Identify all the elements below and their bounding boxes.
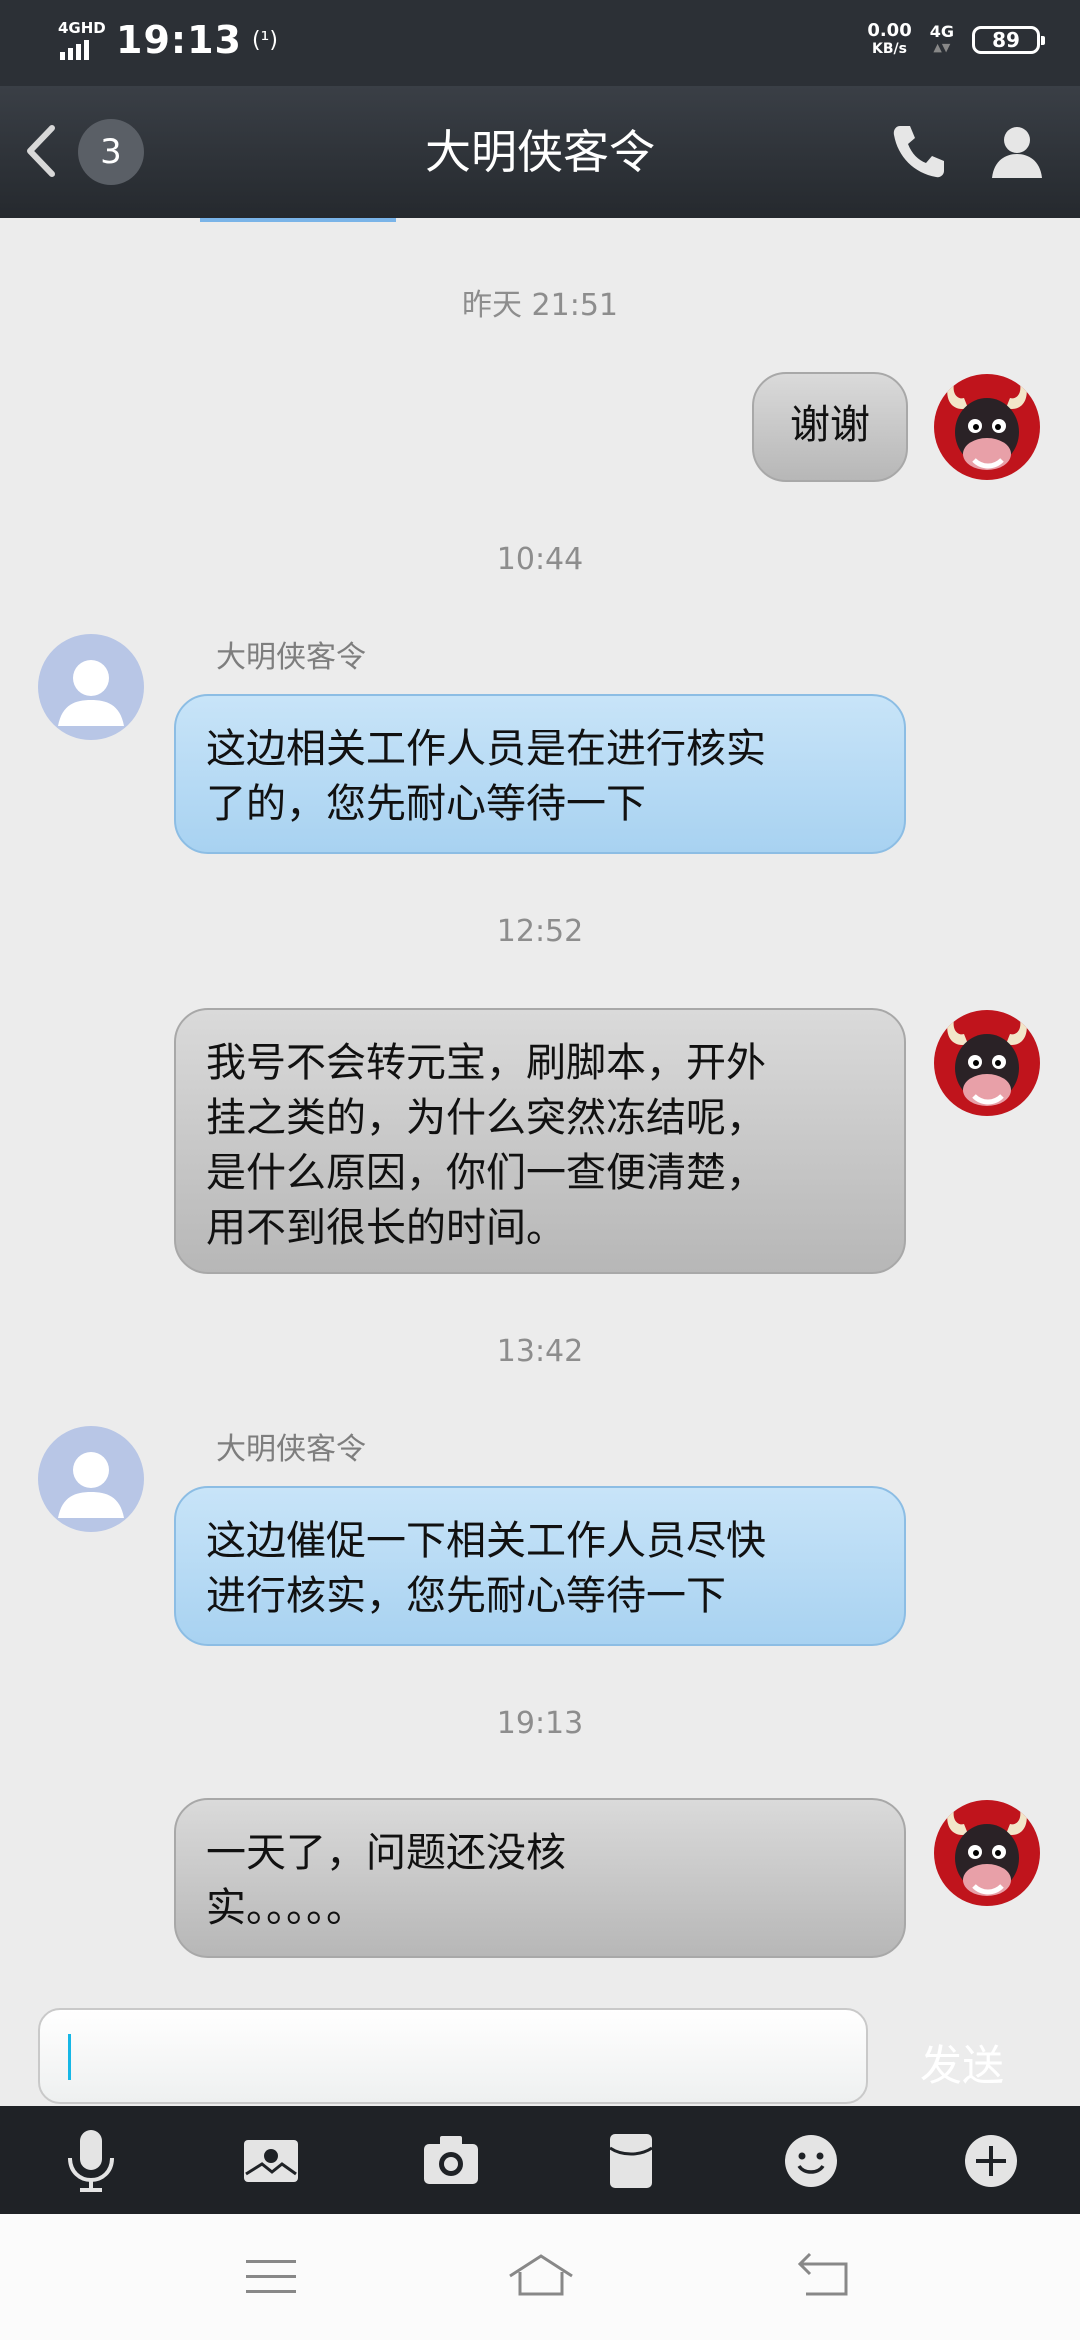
nfc-icon: (¹) [251,27,278,53]
speed-value: 0.00 [867,20,912,41]
menu-icon [246,2260,296,2293]
plus-icon [965,2135,1017,2187]
message-input[interactable] [38,2008,868,2104]
network-type: 4GHD [58,19,106,37]
call-button[interactable] [888,120,950,182]
message-time: 10:44 [496,542,584,577]
my-avatar[interactable] [934,374,1040,480]
sender-name: 大明侠客令 [216,1432,366,1467]
system-nav-bar [0,2214,1080,2340]
bull-avatar-icon [934,1800,1040,1906]
message-line: 是什么原因，你们一查便清楚， [206,1150,766,1196]
network-speed: 0.00 KB/s [867,22,911,58]
status-bar: 4GHD 19:13 (¹) 0.00 KB/s 4G ▲▼ 89 [0,0,1080,86]
profile-icon [992,127,1042,178]
profile-button[interactable] [986,120,1048,182]
message-line: 一天了，问题还没核 [206,1830,566,1876]
message-bubble[interactable]: 谢谢 [752,372,908,482]
back-icon [27,125,55,177]
message-line: 用不到很长的时间。 [206,1205,566,1251]
camera-icon [424,2136,478,2184]
text-cursor [68,2034,71,2080]
microphone-icon [68,2130,114,2192]
message-text: 谢谢 [790,402,870,448]
battery-level: 89 [992,28,1020,52]
emoji-icon [785,2135,837,2187]
header-indicator [200,218,396,222]
message-line: 挂之类的，为什么突然冻结呢， [206,1095,766,1141]
back-button[interactable] [18,116,68,186]
chat-title: 大明侠客令 [425,125,655,179]
message-bubble[interactable]: 这边催促一下相关工作人员尽快 进行核实，您先耐心等待一下 [174,1486,906,1646]
message-bubble[interactable]: 一天了，问题还没核 实。。。。。 [174,1798,906,1958]
my-avatar[interactable] [934,1800,1040,1906]
message-line: 了的，您先耐心等待一下 [206,781,646,827]
bull-avatar-icon [934,1010,1040,1116]
message-bubble[interactable]: 我号不会转元宝，刷脚本，开外 挂之类的，为什么突然冻结呢， 是什么原因，你们一查… [174,1008,906,1274]
battery-icon: 89 [972,26,1045,54]
signal-icon [60,40,89,60]
send-button[interactable]: 发送 [920,2032,1004,2093]
menu-nav-button[interactable] [236,2246,306,2306]
composer: 发送 [0,1994,1080,2106]
gallery-button[interactable] [236,2126,306,2196]
message-line: 进行核实，您先耐心等待一下 [206,1573,726,1619]
back-nav-button[interactable] [790,2246,860,2306]
emoji-button[interactable] [776,2126,846,2196]
sender-name: 大明侠客令 [216,640,366,675]
message-line: 实。。。。。 [206,1885,366,1931]
contact-avatar[interactable] [38,634,144,740]
red-packet-icon [609,2134,653,2188]
back-nav-icon [797,2252,848,2296]
message-line: 这边催促一下相关工作人员尽快 [206,1518,766,1564]
data-arrows-icon: ▲▼ [933,41,951,54]
phone-icon [893,126,944,178]
speed-unit: KB/s [872,41,907,57]
cell-indicator: 4G ▲▼ [930,24,954,56]
my-avatar[interactable] [934,1010,1040,1116]
message-bubble[interactable]: 这边相关工作人员是在进行核实 了的，您先耐心等待一下 [174,694,906,854]
signal-indicator: 4GHD [58,20,106,60]
message-time: 19:13 [496,1706,584,1741]
message-time: 12:52 [496,914,584,949]
image-icon [244,2140,298,2182]
home-icon [509,2254,573,2296]
contact-avatar[interactable] [38,1426,144,1532]
red-packet-button[interactable] [596,2126,666,2196]
message-line: 这边相关工作人员是在进行核实 [206,726,766,772]
camera-button[interactable] [416,2126,486,2196]
home-nav-button[interactable] [506,2246,576,2306]
default-user-icon [58,1452,124,1518]
more-button[interactable] [956,2126,1026,2196]
chat-toolbar [0,2106,1080,2214]
bull-avatar-icon [934,374,1040,480]
voice-button[interactable] [56,2126,126,2196]
message-line: 我号不会转元宝，刷脚本，开外 [206,1040,766,1086]
unread-badge[interactable]: 3 [78,119,144,185]
cell-type: 4G [929,22,954,41]
chat-header: 3 大明侠客令 [0,86,1080,218]
default-user-icon [58,660,124,726]
status-time: 19:13 [116,18,242,62]
message-time: 昨天 21:51 [462,288,618,323]
message-time: 13:42 [496,1334,584,1369]
